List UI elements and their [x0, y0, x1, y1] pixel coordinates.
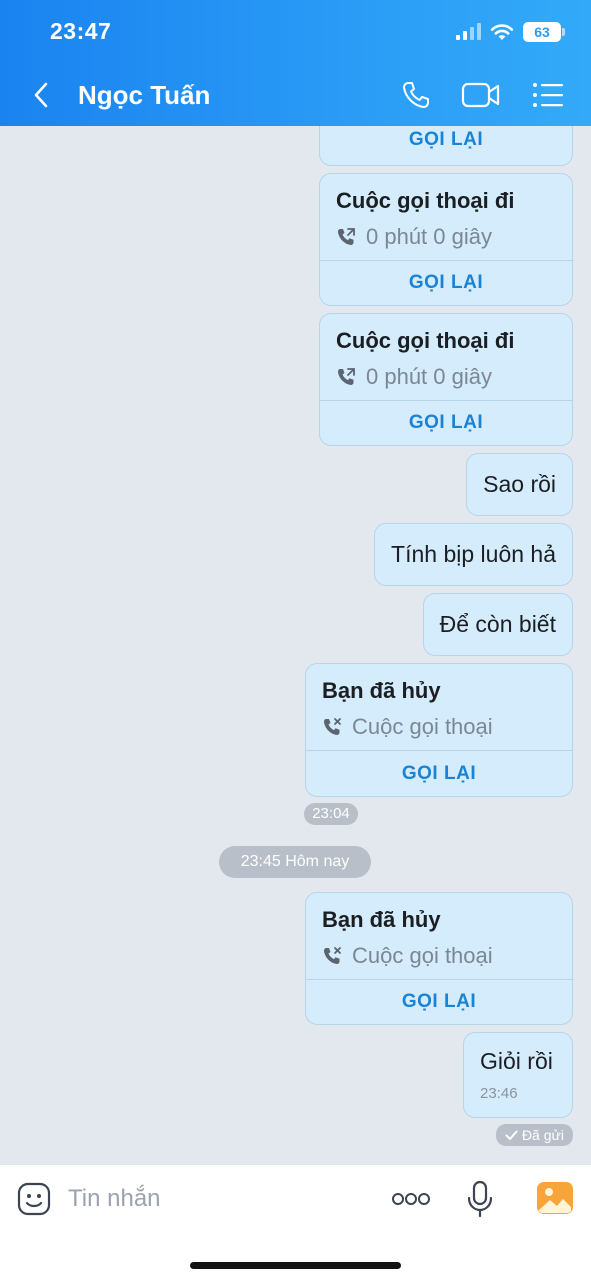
- message-bubble[interactable]: Sao rồi: [466, 453, 573, 516]
- status-time: 23:47: [50, 18, 112, 44]
- call-duration: 0 phút 0 giây: [366, 224, 492, 249]
- call-card: Bạn đã hủy Cuộc gọi thoại GỌI LẠI: [305, 663, 573, 797]
- call-card-title: Cuộc gọi thoại đi: [336, 188, 515, 213]
- check-icon: [505, 1130, 518, 1140]
- back-icon: [34, 82, 48, 108]
- call-card-title: Bạn đã hủy: [322, 907, 441, 932]
- call-status: Cuộc gọi thoại: [352, 714, 493, 739]
- message-text: Giỏi rồi: [480, 1048, 553, 1074]
- message-bubble[interactable]: Để còn biết: [422, 593, 573, 656]
- phone-icon: [403, 82, 429, 108]
- microphone-icon: [467, 1180, 493, 1218]
- image-icon: [537, 1182, 573, 1214]
- call-card: Bạn đã hủy Cuộc gọi thoại GỌI LẠI: [305, 892, 573, 1025]
- menu-icon: [533, 83, 563, 107]
- outgoing-call-icon: [338, 228, 355, 245]
- video-icon: [461, 82, 500, 108]
- contact-name[interactable]: Ngọc Tuấn: [78, 80, 210, 111]
- call-back-button[interactable]: GỌI LẠI: [320, 261, 572, 305]
- call-card-subtitle: Cuộc gọi thoại: [322, 943, 493, 969]
- battery-indicator: 63: [523, 22, 565, 42]
- wifi-icon: [490, 24, 514, 40]
- message-list[interactable]: GỌI LẠI Cuộc gọi thoại đi 0 phút 0 giây …: [0, 126, 591, 1164]
- home-indicator: [190, 1262, 401, 1269]
- message-bubble[interactable]: Giỏi rồi 23:46: [463, 1032, 573, 1118]
- call-card-subtitle: 0 phút 0 giây: [336, 224, 492, 250]
- call-card-title: Bạn đã hủy: [322, 678, 441, 703]
- message-time: 23:04: [304, 803, 358, 825]
- sent-status-label: Đã gửi: [521, 1127, 564, 1143]
- more-button[interactable]: [390, 1183, 432, 1215]
- sticker-icon: [17, 1182, 51, 1216]
- sticker-button[interactable]: [16, 1181, 52, 1217]
- date-divider: 23:45 Hôm nay: [219, 846, 371, 878]
- missed-call-icon: [324, 947, 341, 964]
- menu-button[interactable]: [528, 76, 568, 114]
- status-icons: 63: [455, 20, 565, 44]
- missed-call-icon: [324, 718, 341, 735]
- signal-icon: [456, 23, 481, 40]
- call-back-button[interactable]: GỌI LẠI: [320, 126, 572, 165]
- call-card-subtitle: Cuộc gọi thoại: [322, 714, 493, 740]
- message-bubble[interactable]: Tính bịp luôn hả: [374, 523, 573, 586]
- more-icon: [392, 1193, 430, 1205]
- outgoing-call-icon: [338, 368, 355, 385]
- call-duration: 0 phút 0 giây: [366, 364, 492, 389]
- message-time: 23:46: [480, 1085, 518, 1102]
- call-status: Cuộc gọi thoại: [352, 943, 493, 968]
- call-card: GỌI LẠI: [319, 126, 573, 166]
- call-card-subtitle: 0 phút 0 giây: [336, 364, 492, 390]
- sent-status: Đã gửi: [495, 1124, 573, 1146]
- chat-header: 23:47 63 Ngọc Tuấn: [0, 0, 591, 126]
- voice-record-button[interactable]: [464, 1179, 496, 1219]
- voice-call-button[interactable]: [396, 76, 436, 114]
- call-card: Cuộc gọi thoại đi 0 phút 0 giây GỌI LẠI: [319, 173, 573, 306]
- video-call-button[interactable]: [461, 76, 501, 114]
- call-card: Cuộc gọi thoại đi 0 phút 0 giây GỌI LẠI: [319, 313, 573, 446]
- back-button[interactable]: [26, 78, 56, 112]
- message-input[interactable]: Tin nhắn: [68, 1185, 161, 1213]
- image-button[interactable]: [536, 1179, 574, 1217]
- call-back-button[interactable]: GỌI LẠI: [306, 980, 572, 1024]
- call-card-title: Cuộc gọi thoại đi: [336, 328, 515, 353]
- call-back-button[interactable]: GỌI LẠI: [306, 751, 572, 796]
- call-back-button[interactable]: GỌI LẠI: [320, 401, 572, 445]
